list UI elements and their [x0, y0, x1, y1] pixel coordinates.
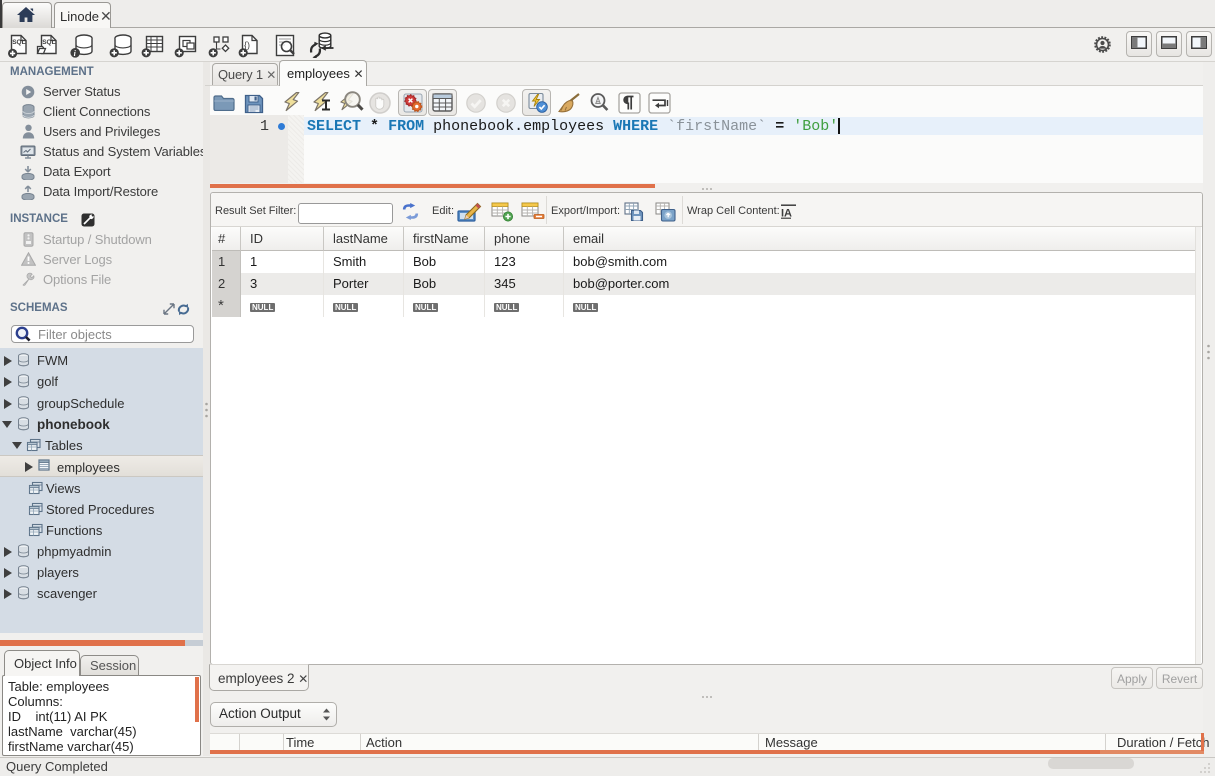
svg-text:IA: IA	[781, 208, 792, 220]
svg-text:{): {)	[244, 40, 250, 50]
svg-text:SQL: SQL	[42, 39, 55, 46]
svg-text:SQL: SQL	[12, 39, 25, 46]
